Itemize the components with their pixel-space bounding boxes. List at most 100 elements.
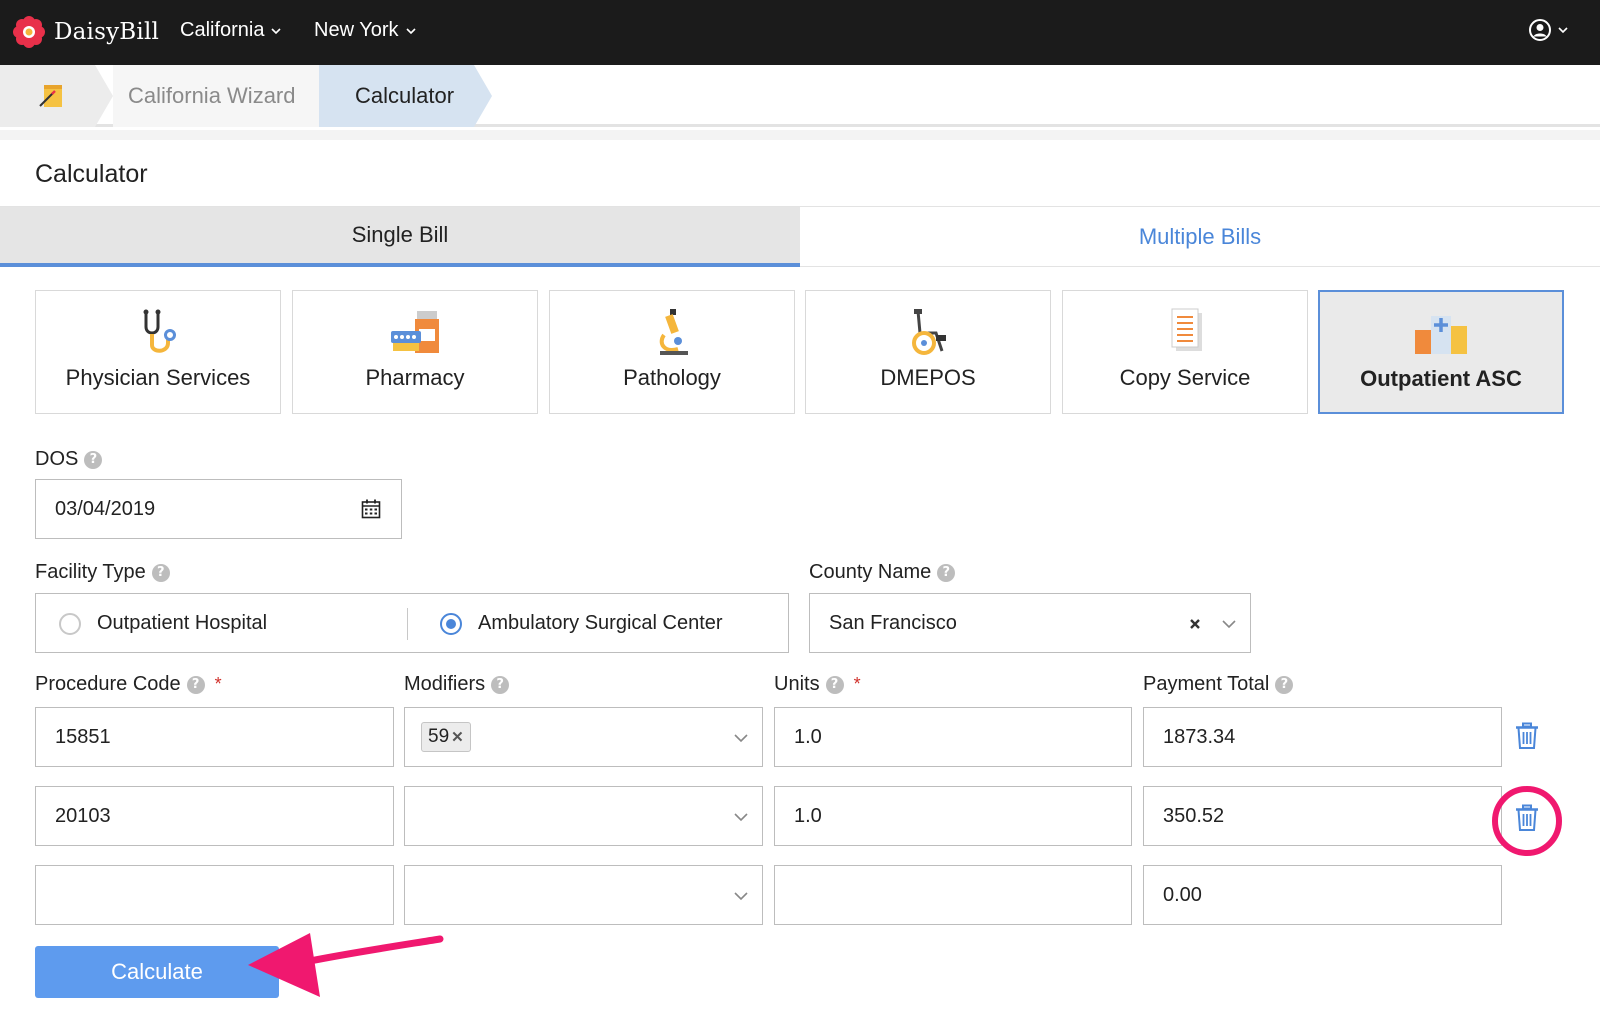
nav-menu-label: California: [180, 19, 265, 41]
annotation-highlight-circle: [1492, 786, 1562, 856]
tab-single-bill[interactable]: Single Bill: [0, 207, 800, 267]
county-value: San Francisco: [829, 611, 957, 634]
breadcrumb: California Wizard Calculator: [0, 65, 1600, 127]
modifiers-select[interactable]: [404, 865, 763, 925]
breadcrumb-label[interactable]: California Wizard: [128, 83, 296, 109]
payment-total-input[interactable]: 350.52: [1143, 786, 1502, 846]
units-input[interactable]: 1.0: [774, 707, 1132, 767]
radio-label[interactable]: Ambulatory Surgical Center: [478, 612, 723, 635]
category-copy-service[interactable]: Copy Service: [1062, 290, 1308, 414]
top-nav: DaisyBill California New York: [0, 0, 1600, 65]
category-dmepos[interactable]: DMEPOS: [805, 290, 1051, 414]
procedure-code-value: 15851: [55, 725, 111, 748]
county-name-label: County Name ?: [809, 561, 956, 584]
category-label: Pharmacy: [365, 365, 465, 390]
clear-icon[interactable]: [1189, 618, 1201, 630]
radio-outpatient-hospital[interactable]: [59, 613, 81, 635]
help-icon[interactable]: ?: [937, 563, 956, 582]
procedure-code-label: Procedure Code ? *: [35, 673, 222, 696]
pharmacy-icon: [391, 311, 439, 353]
chevron-down-icon[interactable]: [1221, 619, 1237, 629]
procedure-code-value: 20103: [55, 804, 111, 827]
category-pathology[interactable]: Pathology: [549, 290, 795, 414]
breadcrumb-separator: [95, 65, 113, 127]
county-select[interactable]: San Francisco: [809, 593, 1251, 653]
payment-total-label: Payment Total ?: [1143, 673, 1294, 696]
chevron-down-icon: [405, 27, 416, 34]
category-label: DMEPOS: [880, 365, 976, 390]
county-name-label-text: County Name: [809, 561, 932, 583]
modifiers-label: Modifiers ?: [404, 673, 510, 696]
modifiers-select[interactable]: 59 ✕: [404, 707, 763, 767]
breadcrumb-separator: [474, 65, 492, 127]
breadcrumb-home[interactable]: [0, 65, 95, 127]
modifiers-select[interactable]: [404, 786, 763, 846]
brand-logo[interactable]: DaisyBill: [12, 14, 159, 50]
chevron-down-icon: [271, 27, 282, 34]
hospital-building-icon: [1415, 316, 1467, 354]
chevron-down-icon: [1558, 27, 1568, 34]
required-marker: *: [853, 674, 861, 694]
facility-type-label-text: Facility Type: [35, 561, 146, 583]
procedure-code-input[interactable]: 15851: [35, 707, 394, 767]
dos-value: 03/04/2019: [55, 497, 156, 520]
trash-icon[interactable]: [1515, 722, 1539, 750]
nav-menu-new-york[interactable]: New York: [314, 19, 417, 42]
annotation-arrow-icon: [248, 933, 444, 997]
category-label: Pathology: [623, 365, 721, 390]
category-physician-services[interactable]: Physician Services: [35, 290, 281, 414]
units-input[interactable]: [774, 865, 1132, 925]
procedure-code-input[interactable]: [35, 865, 394, 925]
help-icon[interactable]: ?: [1275, 675, 1294, 694]
chevron-down-icon[interactable]: [733, 812, 749, 822]
facility-type-radio-group: Outpatient Hospital Ambulatory Surgical …: [35, 593, 789, 653]
payment-total-value: 0.00: [1163, 883, 1202, 906]
units-label-text: Units: [774, 673, 820, 695]
brand-name: DaisyBill: [54, 19, 160, 45]
modifier-tag-label: 59: [428, 726, 450, 747]
payment-total-input[interactable]: 0.00: [1143, 865, 1502, 925]
remove-tag-icon[interactable]: ✕: [451, 728, 464, 746]
document-copy-icon: [1171, 308, 1202, 351]
radio-ambulatory-surgical-center[interactable]: [440, 613, 462, 635]
units-value: 1.0: [794, 804, 822, 827]
chevron-down-icon[interactable]: [733, 891, 749, 901]
required-marker: *: [214, 674, 222, 694]
modifiers-label-text: Modifiers: [404, 673, 486, 695]
dos-label: DOS ?: [35, 448, 103, 471]
chevron-down-icon[interactable]: [733, 733, 749, 743]
dos-label-text: DOS: [35, 448, 79, 470]
nav-menu-label: New York: [314, 19, 399, 41]
payment-total-value: 1873.34: [1163, 725, 1236, 748]
modifier-tag: 59 ✕: [421, 722, 471, 752]
radio-label[interactable]: Outpatient Hospital: [97, 612, 267, 635]
units-input[interactable]: 1.0: [774, 786, 1132, 846]
user-menu[interactable]: [1528, 18, 1570, 42]
divider: [0, 130, 1600, 140]
microscope-icon: [659, 309, 688, 355]
help-icon[interactable]: ?: [825, 675, 844, 694]
category-label: Outpatient ASC: [1360, 366, 1522, 391]
payment-total-input[interactable]: 1873.34: [1143, 707, 1502, 767]
wheelchair-icon: [912, 309, 946, 355]
help-icon[interactable]: ?: [186, 675, 205, 694]
notepad-pencil-icon: [39, 85, 62, 107]
units-value: 1.0: [794, 725, 822, 748]
tab-multiple-bills[interactable]: Multiple Bills: [800, 207, 1600, 267]
page-title: Calculator: [35, 160, 148, 188]
category-pharmacy[interactable]: Pharmacy: [292, 290, 538, 414]
help-icon[interactable]: ?: [491, 675, 510, 694]
procedure-code-input[interactable]: 20103: [35, 786, 394, 846]
category-outpatient-asc[interactable]: Outpatient ASC: [1318, 290, 1564, 414]
breadcrumb-label: Calculator: [355, 83, 455, 108]
payment-total-value: 350.52: [1163, 804, 1225, 827]
help-icon[interactable]: ?: [84, 450, 103, 469]
units-label: Units ? *: [774, 673, 861, 696]
dos-date-input[interactable]: 03/04/2019: [35, 479, 402, 539]
procedure-code-label-text: Procedure Code: [35, 673, 181, 695]
nav-menu-california[interactable]: California: [180, 19, 282, 42]
daisy-logo-icon: [13, 16, 45, 48]
calendar-icon[interactable]: [361, 499, 381, 519]
help-icon[interactable]: ?: [151, 563, 170, 582]
divider: [407, 608, 408, 640]
